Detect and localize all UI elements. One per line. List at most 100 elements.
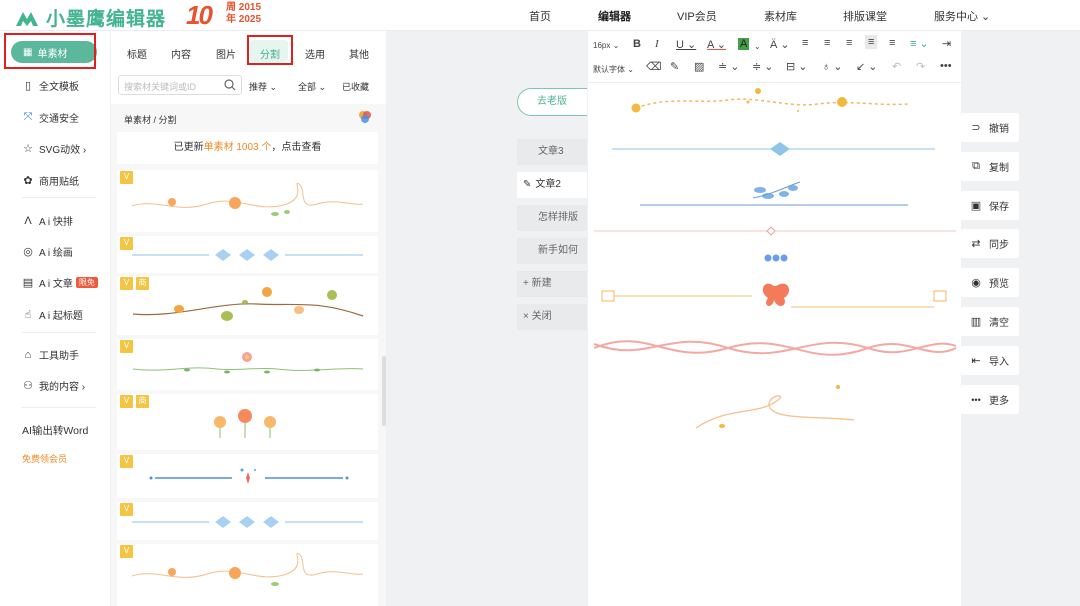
spacing-icon[interactable]: ≑ ⌄ — [752, 60, 774, 73]
close-article-button[interactable]: × 关闭 — [517, 304, 587, 330]
diamond-divider-preview — [132, 249, 363, 261]
leftnav-sticker[interactable]: ✿ 商用贴纸 — [22, 173, 79, 188]
italic-icon[interactable]: I — [655, 38, 659, 50]
article-item-current[interactable]: ✎ 文章2 — [517, 172, 587, 198]
doc-icon: ▤ — [22, 277, 34, 289]
filter-favorited[interactable]: 已收藏 — [342, 80, 369, 93]
search-input[interactable]: 搜索材关键词或ID — [118, 75, 242, 95]
line-height-icon[interactable]: ≡ ⌄ — [910, 37, 929, 50]
eraser-icon[interactable]: ⌫ — [646, 60, 662, 73]
nav-editor[interactable]: 编辑器 — [598, 8, 631, 24]
image-icon[interactable]: ▨ — [694, 60, 704, 73]
flowers-preview — [214, 409, 276, 438]
nav-service[interactable]: 服务中心 ⌄ — [934, 8, 990, 24]
material-card[interactable]: V — [117, 236, 378, 273]
align-left-icon[interactable]: ≡ — [802, 37, 808, 49]
filter-all[interactable]: 全部 ⌄ — [298, 80, 326, 93]
material-card[interactable]: V — [117, 339, 378, 390]
scrollbar[interactable] — [382, 356, 386, 426]
anniversary-number: 10 — [186, 0, 213, 30]
leftnav-ai-article[interactable]: ▤ A i 文章 限免 — [22, 275, 98, 290]
more-button[interactable]: ••• 更多 — [961, 385, 1019, 414]
update-notice[interactable]: 已更新单素材 1003 个，点击查看 — [117, 132, 378, 164]
leaf-vine-preview — [132, 287, 364, 321]
tab-selected[interactable]: 选用 — [305, 46, 325, 61]
tab-other[interactable]: 其他 — [349, 46, 369, 61]
material-card[interactable]: V — [117, 454, 378, 498]
leftnav-free-vip[interactable]: 免费领会员 — [22, 452, 67, 465]
text-effect-icon[interactable]: Ä ⌄ — [770, 38, 790, 51]
leftnav-svg[interactable]: ☆ SVG动效 › — [22, 141, 86, 156]
left-nav: ▦ 单素材 ▯ 全文模板 ⤧ 交通安全 ☆ SVG动效 › ✿ 商用贴纸 ΛA i 快排… — [0, 31, 111, 606]
align-center-icon[interactable]: ≡ — [824, 37, 830, 49]
sparkle-divider-preview — [149, 468, 349, 484]
leftnav-my-content[interactable]: ⚇ 我的内容 › — [22, 378, 85, 393]
nav-course[interactable]: 排版课堂 — [843, 8, 887, 24]
import-button[interactable]: ⇤ 导入 — [961, 346, 1019, 375]
leftnav-tools[interactable]: ⌂ 工具助手 — [22, 347, 79, 363]
layout-icon: ▯ — [24, 80, 32, 92]
paragraph-icon[interactable]: ⊟ ⌄ — [786, 60, 808, 73]
filter-recommend[interactable]: 推荐 ⌄ — [249, 80, 277, 93]
preview-button[interactable]: ◉ 预览 — [961, 268, 1019, 297]
tab-title[interactable]: 标题 — [127, 46, 147, 61]
brush-icon[interactable]: ✎ — [670, 60, 679, 73]
nav-materials[interactable]: 素材库 — [764, 8, 797, 24]
undo-icon[interactable]: ↶ — [892, 60, 901, 73]
material-card[interactable]: V — [117, 170, 378, 232]
article-item[interactable]: 怎样排版 — [517, 205, 587, 231]
free-badge: 限免 — [75, 277, 98, 288]
font-family-select[interactable]: 默认字体 ⌄ — [593, 64, 634, 75]
underline-icon[interactable]: U ⌄ — [676, 38, 696, 51]
leftnav-traffic[interactable]: ⤧ 交通安全 — [22, 110, 79, 125]
more-icon[interactable]: ••• — [940, 60, 952, 72]
leftnav-ai-title[interactable]: ☝ A i 起标题 — [22, 307, 83, 322]
undo-button[interactable]: ⊃ 撤销 — [961, 113, 1019, 142]
font-color-icon[interactable]: A ⌄ — [707, 38, 726, 51]
article-item[interactable]: 文章3 — [517, 139, 587, 165]
tool-icon: ⌂ — [24, 348, 32, 361]
edit-icon: ✎ — [523, 179, 532, 190]
brand-logo[interactable]: 小墨鹰编辑器 — [14, 4, 166, 31]
font-size-select[interactable]: 16px ⌄ — [593, 41, 619, 50]
save-icon: ▣ — [970, 200, 982, 212]
material-card[interactable]: V 商 — [117, 276, 378, 335]
tab-image[interactable]: 图片 — [216, 46, 236, 61]
bulb-icon[interactable]: ♁ ⌄ — [822, 60, 843, 73]
old-version-button[interactable]: 去老版 — [517, 88, 587, 116]
clear-button[interactable]: ▥ 清空 — [961, 307, 1019, 336]
new-article-button[interactable]: + 新建 — [517, 271, 587, 297]
highlight-box-tab — [247, 35, 293, 65]
copy-button[interactable]: ⧉ 复制 — [961, 152, 1019, 181]
nav-vip[interactable]: VIP会员 — [677, 8, 717, 24]
bold-icon[interactable]: B — [633, 38, 641, 50]
save-button[interactable]: ▣ 保存 — [961, 191, 1019, 220]
nav-home[interactable]: 首页 — [529, 8, 551, 24]
bg-color-icon[interactable]: A — [738, 38, 750, 50]
highlight-box-nav — [4, 33, 96, 69]
palette-icon: ◎ — [23, 246, 33, 258]
diamond-divider-preview — [132, 516, 363, 528]
material-card[interactable]: V 商 — [117, 394, 378, 450]
top-bar: 小墨鹰编辑器 10 周 2015 年 2025 首页 编辑器 VIP会员 素材库… — [0, 0, 1080, 31]
arrow-icon[interactable]: ↙ ⌄ — [856, 60, 878, 73]
align-right-icon[interactable]: ≡ — [846, 37, 852, 49]
redo-icon[interactable]: ↷ — [916, 60, 925, 73]
leftnav-word-export[interactable]: AI输出转Word — [22, 423, 88, 438]
indent-icon[interactable]: ≡ — [889, 37, 895, 49]
divider-line-icon[interactable]: ≐ ⌄ — [718, 60, 740, 73]
leftnav-ai-layout[interactable]: ΛA i 快排 — [22, 213, 73, 229]
leftnav-ai-draw[interactable]: ◎ A i 绘画 — [22, 244, 73, 259]
traffic-icon: ⤧ — [23, 111, 33, 123]
article-item[interactable]: 新手如何 — [517, 238, 587, 264]
color-palette-icon[interactable] — [358, 110, 372, 124]
align-justify-icon[interactable]: ≡ — [865, 35, 878, 49]
editor-canvas[interactable]: 16px ⌄ B I U ⌄ A ⌄ A ⌄ Ä ⌄ ≡ ≡ ≡ ≡ ≡ ≡ ⌄… — [588, 31, 961, 606]
material-card[interactable]: V — [117, 502, 378, 540]
export-icon[interactable]: ⇥ — [942, 37, 951, 50]
leftnav-full-template[interactable]: ▯ 全文模板 — [22, 78, 79, 93]
search-icon[interactable] — [224, 79, 236, 91]
sync-button[interactable]: ⇄ 同步 — [961, 229, 1019, 258]
material-card[interactable]: V — [117, 544, 378, 606]
tab-content[interactable]: 内容 — [171, 46, 191, 61]
